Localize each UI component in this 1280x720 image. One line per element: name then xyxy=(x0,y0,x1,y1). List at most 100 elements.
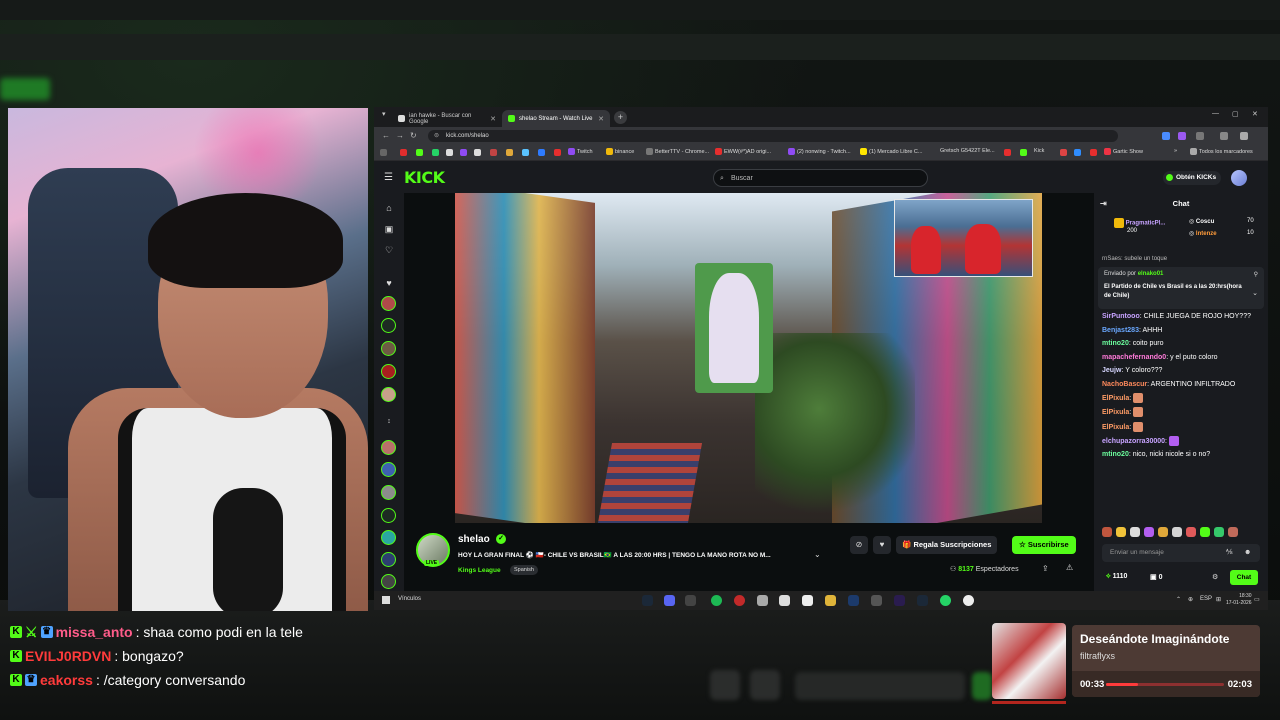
language-tag[interactable]: Spanish xyxy=(510,565,538,575)
close-icon[interactable]: ✕ xyxy=(598,115,604,123)
pinned-message[interactable]: Enviado por elnako01 El Partido de Chile… xyxy=(1098,267,1264,309)
app-icon[interactable] xyxy=(734,595,745,606)
bookmark-icon[interactable] xyxy=(1004,149,1011,156)
bookmark-nonwing[interactable]: (2) nonwing - Twitch... xyxy=(788,148,851,155)
following-icon[interactable]: ♡ xyxy=(382,245,396,256)
gift-count[interactable]: ▣ 0 xyxy=(1150,573,1162,581)
video-player[interactable] xyxy=(455,193,1042,523)
chat-username[interactable]: ElPixula xyxy=(1102,409,1129,416)
slash-commands-icon[interactable]: ⅍ xyxy=(1226,544,1233,562)
gmail-icon[interactable] xyxy=(490,149,497,156)
emote-icon[interactable] xyxy=(1144,527,1154,537)
chat-username[interactable]: Jeujw xyxy=(1102,367,1121,374)
back-icon[interactable]: ← xyxy=(382,131,390,140)
chat-username[interactable]: elchupazorra30000 xyxy=(1102,438,1165,445)
minimize-icon[interactable]: — xyxy=(1212,110,1219,117)
leaderboard-entry[interactable]: PragmaticPl... 200 xyxy=(1114,218,1165,234)
kick-icon[interactable] xyxy=(416,149,423,156)
bookmark-kick[interactable]: Kick xyxy=(1034,148,1044,154)
followed-channel-avatar[interactable] xyxy=(381,318,396,333)
notifications-icon[interactable]: ▭ xyxy=(1254,596,1260,603)
bookmark-all[interactable]: Todos los marcadores xyxy=(1190,148,1253,155)
reload-icon[interactable]: ↻ xyxy=(410,131,417,140)
streamer-name[interactable]: shelao xyxy=(458,534,490,545)
tray-chevron-icon[interactable]: ⌃ xyxy=(1176,596,1181,603)
bookmark-icon[interactable] xyxy=(522,149,529,156)
network-icon[interactable]: ⊕ xyxy=(1188,596,1193,603)
chat-username[interactable]: Benjast283 xyxy=(1102,327,1139,334)
pin-icon[interactable]: ⚲ xyxy=(1254,271,1258,278)
file-explorer-icon[interactable] xyxy=(825,595,836,606)
chat-username[interactable]: ElPixula xyxy=(1102,424,1129,431)
steam-icon[interactable] xyxy=(917,595,928,606)
favorites-heart-icon[interactable]: ♥ xyxy=(382,278,396,288)
chevron-down-icon[interactable]: ⌄ xyxy=(814,550,821,559)
home-icon[interactable]: ⌂ xyxy=(382,203,396,213)
recommended-channel-avatar[interactable] xyxy=(381,530,396,545)
emote-icon[interactable] xyxy=(1172,527,1182,537)
emote-icon[interactable] xyxy=(1158,527,1168,537)
bookmark-eww[interactable]: EWW(#*)AD origi... xyxy=(715,148,771,155)
chat-username[interactable]: NachoBascur xyxy=(1102,381,1147,388)
menu-icon[interactable] xyxy=(1240,132,1248,140)
app-icon[interactable] xyxy=(757,595,768,606)
report-icon[interactable]: ⚠ xyxy=(1066,563,1073,572)
bookmark-icon[interactable] xyxy=(538,149,545,156)
emote-icon[interactable] xyxy=(1102,527,1112,537)
x-icon[interactable] xyxy=(446,149,453,156)
tiktok-icon[interactable] xyxy=(474,149,481,156)
tab-google[interactable]: ian hawke - Buscar con Google ✕ xyxy=(392,110,502,127)
profile-icon[interactable] xyxy=(1220,132,1228,140)
recommended-channel-avatar[interactable] xyxy=(381,462,396,477)
steam-icon[interactable] xyxy=(642,595,653,606)
photoshop-icon[interactable] xyxy=(848,595,859,606)
subscribe-button[interactable]: ☆ Suscribirse xyxy=(1012,536,1076,554)
chevron-down-icon[interactable]: ⌄ xyxy=(1252,289,1258,297)
gift-subs-button[interactable]: 🎁 Regala Suscripciones xyxy=(896,536,998,554)
extension-icon[interactable] xyxy=(1162,132,1170,140)
spotify-icon[interactable] xyxy=(711,595,722,606)
bookmark-gartic[interactable]: Gartic Show xyxy=(1104,148,1143,155)
recommended-channel-avatar[interactable] xyxy=(381,552,396,567)
clock[interactable]: 18:30 17-01-2026 xyxy=(1226,593,1252,606)
followed-channel-avatar[interactable] xyxy=(381,387,396,402)
new-tab-icon[interactable]: + xyxy=(614,111,627,124)
bookmark-mercadolibre[interactable]: (1) Mercado Libre C... xyxy=(860,148,923,155)
extensions-puzzle-icon[interactable] xyxy=(1196,132,1204,140)
discord-icon[interactable] xyxy=(664,595,675,606)
bookmark-gretsch[interactable]: Gretsch G5422T Ele... xyxy=(940,148,995,154)
windows-start-icon[interactable] xyxy=(382,596,390,604)
collapse-chat-icon[interactable]: ⇥ xyxy=(1100,193,1107,215)
obtain-kicks-button[interactable]: Obtén KICKs xyxy=(1163,171,1222,185)
search-input[interactable]: ⌕ Buscar xyxy=(713,169,928,187)
expand-icon[interactable]: ↕ xyxy=(382,418,396,425)
chat-username[interactable]: mapachefernando0 xyxy=(1102,354,1166,361)
whatsapp-icon[interactable] xyxy=(432,149,439,156)
chat-username[interactable]: SirPuntooo xyxy=(1102,313,1140,320)
bookmark-binance[interactable]: binance xyxy=(606,148,634,155)
kick-icon[interactable] xyxy=(1020,149,1027,156)
stream-category[interactable]: Kings League xyxy=(458,567,501,574)
recommended-channel-avatar[interactable] xyxy=(381,508,396,523)
obs-icon[interactable] xyxy=(685,595,696,606)
chat-username[interactable]: mtino20 xyxy=(1102,451,1129,458)
leaderboard-entry[interactable]: ◎ Intenze 10 xyxy=(1189,230,1254,237)
followed-channel-avatar[interactable] xyxy=(381,364,396,379)
kick-logo[interactable]: KICK xyxy=(404,168,445,187)
emote-icon[interactable] xyxy=(1116,527,1126,537)
whatsapp-icon[interactable] xyxy=(940,595,951,606)
recommended-channel-avatar[interactable] xyxy=(381,485,396,500)
bookmark-twitch[interactable]: Twitch xyxy=(568,148,593,155)
emoji-icon[interactable]: ☻ xyxy=(1244,544,1251,562)
tiktok-icon[interactable] xyxy=(779,595,790,606)
share-icon[interactable]: ⇪ xyxy=(1042,564,1049,573)
language-indicator[interactable]: ESP xyxy=(1200,596,1212,602)
channel-points[interactable]: ⟡ 1110 xyxy=(1106,573,1127,581)
send-chat-button[interactable]: Chat xyxy=(1230,570,1258,585)
close-window-icon[interactable]: ✕ xyxy=(1252,110,1258,118)
followed-channel-avatar[interactable] xyxy=(381,296,396,311)
more-bookmarks-icon[interactable]: » xyxy=(1174,148,1177,154)
emote-icon[interactable] xyxy=(1130,527,1140,537)
user-avatar[interactable] xyxy=(1231,170,1247,186)
maximize-icon[interactable]: ▢ xyxy=(1232,110,1239,118)
